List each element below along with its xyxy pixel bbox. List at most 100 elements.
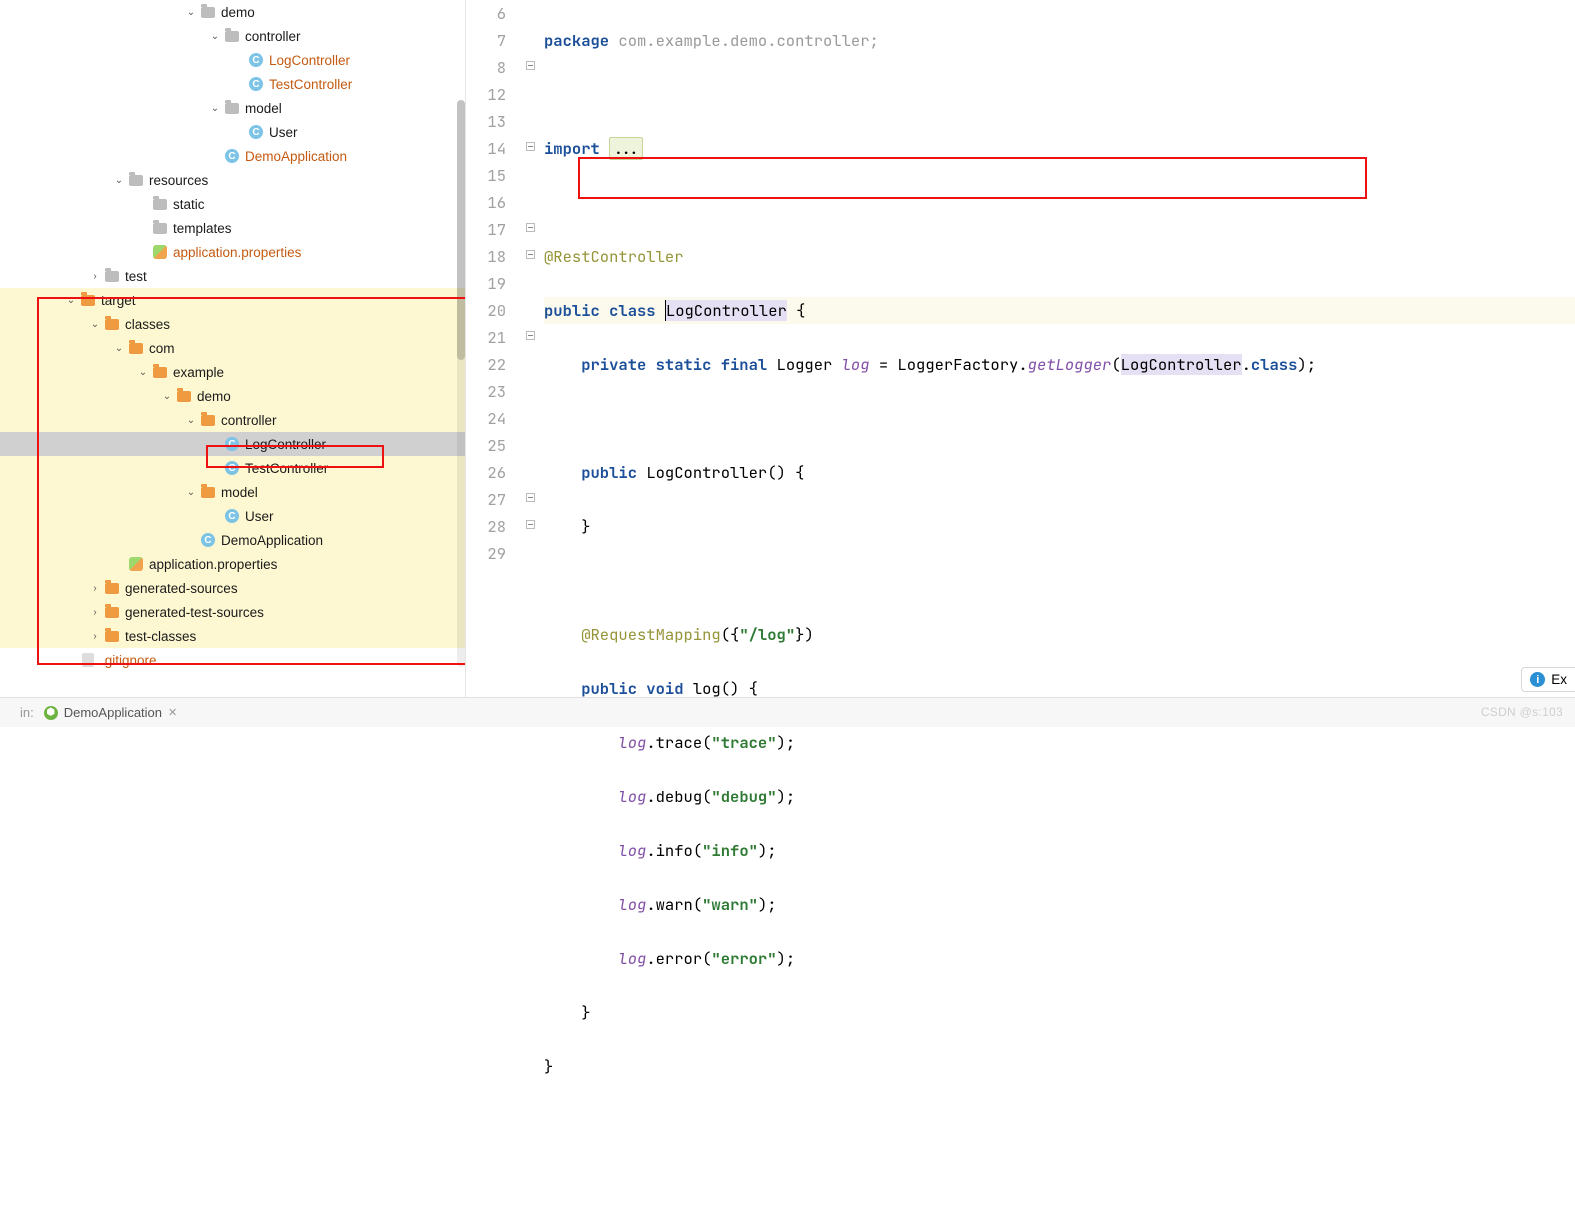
tree-item-resources[interactable]: ⌄resources: [0, 168, 465, 192]
identifier: log: [842, 354, 870, 375]
fold-marker-icon[interactable]: [526, 250, 535, 259]
folder-icon: [224, 100, 240, 116]
identifier: log: [618, 894, 646, 915]
line-number: 12: [466, 81, 506, 108]
spring-boot-icon: ⬢: [44, 706, 58, 720]
fold-marker-icon[interactable]: [526, 331, 535, 340]
class-icon: C: [248, 76, 264, 92]
line-number: 16: [466, 189, 506, 216]
tree-item-demo[interactable]: ⌄demo: [0, 384, 465, 408]
code-text: = LoggerFactory.: [870, 354, 1028, 375]
tree-scrollbar[interactable]: [457, 100, 465, 667]
folded-import[interactable]: ...: [609, 137, 643, 160]
keyword: class: [1251, 354, 1298, 375]
tree-item-demoapplication[interactable]: CDemoApplication: [0, 528, 465, 552]
tree-item-demoapplication[interactable]: CDemoApplication: [0, 144, 465, 168]
tree-item-user[interactable]: CUser: [0, 504, 465, 528]
chevron-right-icon[interactable]: ›: [88, 269, 102, 283]
chevron-down-icon[interactable]: ⌄: [112, 173, 126, 187]
tree-item-example[interactable]: ⌄ example: [0, 360, 465, 384]
tree-item-application-properties[interactable]: application.properties: [0, 240, 465, 264]
tree-item--gitignore[interactable]: .gitignore: [0, 648, 465, 672]
tree-item-logcontroller[interactable]: CLogController: [0, 432, 465, 456]
tree-item-logcontroller[interactable]: CLogController: [0, 48, 465, 72]
chevron-down-icon[interactable]: ⌄: [88, 317, 102, 331]
tree-item-test[interactable]: › test: [0, 264, 465, 288]
keyword: private static final: [581, 354, 767, 375]
fold-marker-icon[interactable]: [526, 493, 535, 502]
close-icon[interactable]: ✕: [168, 706, 177, 719]
folder-icon: [80, 292, 96, 308]
chevron-down-icon[interactable]: ⌄: [184, 5, 198, 19]
class-name: LogController: [666, 300, 787, 321]
fold-marker-icon[interactable]: [526, 223, 535, 232]
tree-item-demo[interactable]: ⌄demo: [0, 0, 465, 24]
tree-item-generated-test-sources[interactable]: ›generated-test-sources: [0, 600, 465, 624]
chevron-right-icon[interactable]: ›: [88, 605, 102, 619]
code-editor[interactable]: 678121314151617181920212223242526272829 …: [465, 0, 1575, 697]
fold-marker-icon[interactable]: [526, 61, 535, 70]
arrow-placeholder: [136, 197, 150, 211]
tree-item-test-classes[interactable]: › test-classes: [0, 624, 465, 648]
folder-icon: [152, 364, 168, 380]
fold-marker-icon[interactable]: [526, 142, 535, 151]
folder-icon: [128, 340, 144, 356]
chevron-down-icon[interactable]: ⌄: [184, 413, 198, 427]
folder-icon: [104, 580, 120, 596]
tree-item-testcontroller[interactable]: C TestController: [0, 72, 465, 96]
tree-item-label: static: [173, 197, 205, 212]
identifier: log: [618, 732, 646, 753]
line-number: 22: [466, 351, 506, 378]
tree-item-label: test-classes: [125, 629, 196, 644]
tree-item-target[interactable]: ⌄target: [0, 288, 465, 312]
arrow-placeholder: [136, 245, 150, 259]
tree-item-model[interactable]: ⌄model: [0, 96, 465, 120]
tree-item-model[interactable]: ⌄model: [0, 480, 465, 504]
editor-gutter: 678121314151617181920212223242526272829: [466, 0, 524, 697]
code-text: );: [777, 732, 796, 753]
folder-icon: [152, 196, 168, 212]
tree-item-controller[interactable]: ⌄controller: [0, 408, 465, 432]
tree-item-label: User: [245, 509, 274, 524]
tree-item-static[interactable]: static: [0, 192, 465, 216]
tree-item-label: .gitignore: [101, 653, 157, 668]
chevron-right-icon[interactable]: ›: [88, 629, 102, 643]
code-text: com.example.demo.controller;: [609, 30, 879, 51]
tree-item-label: example: [173, 365, 224, 380]
tree-item-templates[interactable]: templates: [0, 216, 465, 240]
tree-item-label: controller: [245, 29, 301, 44]
tree-item-classes[interactable]: ⌄classes: [0, 312, 465, 336]
code-text: }): [795, 624, 814, 645]
chevron-down-icon[interactable]: ⌄: [160, 389, 174, 403]
folder-icon: [176, 388, 192, 404]
chevron-down-icon[interactable]: ⌄: [208, 29, 222, 43]
chevron-right-icon[interactable]: ›: [88, 581, 102, 595]
code-area[interactable]: package com.example.demo.controller; imp…: [538, 0, 1575, 697]
code-text: ({: [721, 624, 740, 645]
tree-item-controller[interactable]: ⌄ controller: [0, 24, 465, 48]
fold-marker-icon[interactable]: [526, 520, 535, 529]
chevron-down-icon[interactable]: ⌄: [64, 293, 78, 307]
tree-item-testcontroller[interactable]: CTestController: [0, 456, 465, 480]
class-icon: C: [248, 124, 264, 140]
chevron-down-icon[interactable]: ⌄: [136, 365, 150, 379]
tree-item-label: DemoApplication: [245, 149, 347, 164]
tree-item-com[interactable]: ⌄com: [0, 336, 465, 360]
tree-item-label: TestController: [269, 77, 352, 92]
right-side-tab[interactable]: i Ex: [1521, 667, 1575, 692]
tree-item-label: LogController: [269, 53, 350, 68]
fold-column[interactable]: [524, 0, 538, 697]
tree-item-generated-sources[interactable]: ›generated-sources: [0, 576, 465, 600]
chevron-down-icon[interactable]: ⌄: [208, 101, 222, 115]
tree-item-application-properties[interactable]: application.properties: [0, 552, 465, 576]
tree-item-label: TestController: [245, 461, 328, 476]
tree-item-user[interactable]: CUser: [0, 120, 465, 144]
line-number: 24: [466, 405, 506, 432]
code-text: );: [777, 948, 796, 969]
chevron-down-icon[interactable]: ⌄: [112, 341, 126, 355]
code-text: }: [581, 516, 590, 537]
run-config-name[interactable]: DemoApplication: [64, 705, 162, 720]
string-literal: "error": [711, 948, 776, 969]
tree-item-label: test: [125, 269, 147, 284]
chevron-down-icon[interactable]: ⌄: [184, 485, 198, 499]
